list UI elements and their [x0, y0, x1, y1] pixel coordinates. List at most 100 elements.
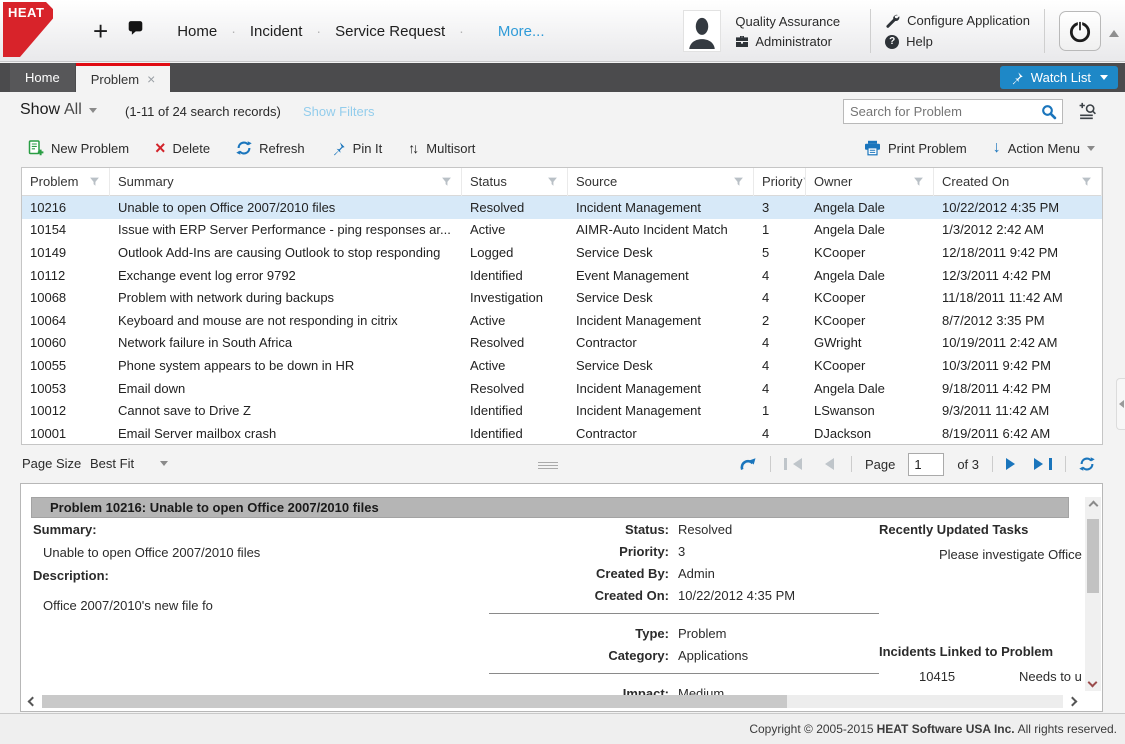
filter-icon[interactable]: [547, 176, 558, 187]
filter-icon[interactable]: [89, 176, 100, 187]
show-dropdown[interactable]: All: [64, 101, 97, 119]
undo-search-icon[interactable]: [739, 456, 757, 472]
main-nav: + Home · Incident · Service Request · Mo…: [93, 0, 545, 62]
table-cell: Event Management: [568, 264, 754, 287]
table-row[interactable]: 10064Keyboard and mouse are not respondi…: [22, 309, 1102, 332]
filter-icon[interactable]: [1081, 176, 1092, 187]
column-header-source[interactable]: Source: [568, 168, 754, 196]
pin-it-button[interactable]: Pin It: [331, 141, 383, 156]
table-row[interactable]: 10216Unable to open Office 2007/2010 fil…: [22, 196, 1102, 219]
table-cell: 9/18/2011 4:42 PM: [934, 377, 1102, 400]
table-row[interactable]: 10055Phone system appears to be down in …: [22, 354, 1102, 377]
chevron-down-icon: [89, 108, 97, 117]
table-cell: 10/3/2011 9:42 PM: [934, 354, 1102, 377]
nav-item-incident[interactable]: Incident: [250, 23, 303, 40]
table-cell: Unable to open Office 2007/2010 files: [110, 196, 462, 219]
refresh-button[interactable]: Refresh: [236, 140, 305, 156]
column-label: Status: [470, 174, 507, 189]
page-number-input[interactable]: [908, 453, 944, 476]
next-page-button[interactable]: [1006, 458, 1021, 470]
table-cell: 10055: [22, 354, 110, 377]
table-row[interactable]: 10053Email downResolvedIncident Manageme…: [22, 377, 1102, 400]
scroll-left-icon[interactable]: [28, 696, 38, 706]
table-cell: Cannot save to Drive Z: [110, 399, 462, 422]
table-cell: 2: [754, 309, 806, 332]
filter-icon[interactable]: [733, 176, 744, 187]
previous-page-button[interactable]: [819, 458, 838, 470]
column-header-created-on[interactable]: Created On: [934, 168, 1102, 196]
user-info[interactable]: Quality Assurance Administrator: [735, 14, 840, 49]
vertical-scrollbar[interactable]: [1085, 497, 1101, 691]
chat-bubble-icon[interactable]: [126, 20, 145, 42]
detail-left-column: Summary: Unable to open Office 2007/2010…: [33, 522, 473, 615]
column-header-summary[interactable]: Summary: [110, 168, 462, 196]
table-cell: 1/3/2012 2:42 AM: [934, 219, 1102, 242]
new-problem-button[interactable]: New Problem: [28, 140, 129, 156]
horizontal-scrollbar[interactable]: [29, 693, 1076, 709]
filter-icon[interactable]: [913, 176, 924, 187]
table-cell: 1: [754, 399, 806, 422]
field-label: Priority:: [489, 544, 669, 559]
configure-application-link[interactable]: Configure Application: [885, 13, 1030, 28]
table-cell: Angela Dale: [806, 196, 934, 219]
scrollbar-thumb[interactable]: [1087, 519, 1099, 593]
table-row[interactable]: 10154Issue with ERP Server Performance -…: [22, 219, 1102, 242]
first-page-button[interactable]: [784, 458, 806, 470]
nav-item-service-request[interactable]: Service Request: [335, 23, 445, 40]
page-size-dropdown[interactable]: Best Fit: [90, 456, 168, 471]
table-cell: GWright: [806, 332, 934, 355]
table-row[interactable]: 10060Network failure in South AfricaReso…: [22, 332, 1102, 355]
user-avatar[interactable]: [683, 10, 721, 52]
detail-field-row: Created On:10/22/2012 4:35 PM: [489, 588, 879, 603]
filter-icon[interactable]: [441, 176, 452, 187]
heat-application-window: HEAT + Home · Incident · Service Request…: [0, 0, 1125, 744]
side-panel-collapse-handle[interactable]: [1116, 378, 1125, 430]
action-menu-button[interactable]: ↓ Action Menu: [993, 141, 1095, 156]
reload-list-button[interactable]: [1079, 456, 1095, 472]
table-cell: 8/19/2011 6:42 AM: [934, 422, 1102, 445]
scroll-down-icon[interactable]: [1088, 678, 1098, 688]
new-tab-plus-icon[interactable]: +: [93, 16, 108, 47]
table-row[interactable]: 10068Problem with network during backups…: [22, 286, 1102, 309]
delete-button[interactable]: × Delete: [155, 141, 210, 156]
scroll-right-icon[interactable]: [1068, 696, 1078, 706]
scroll-up-icon[interactable]: [1088, 501, 1098, 511]
detail-field-row: Category:Applications: [489, 648, 879, 663]
copyright-text: Copyright © 2005-2015: [749, 722, 873, 736]
table-row[interactable]: 10012Cannot save to Drive ZIdentifiedInc…: [22, 399, 1102, 422]
multisort-button[interactable]: ↑↓ Multisort: [408, 140, 475, 156]
search-box: [843, 99, 1063, 124]
tab-home[interactable]: Home: [10, 63, 75, 92]
table-cell: 10112: [22, 264, 110, 287]
page-label: Page: [865, 457, 895, 472]
scrollbar-thumb[interactable]: [42, 695, 787, 708]
nav-item-home[interactable]: Home: [177, 23, 217, 40]
table-cell: Phone system appears to be down in HR: [110, 354, 462, 377]
linked-incident-row[interactable]: 10415 Needs to u: [879, 669, 1086, 684]
column-header-priority[interactable]: Priority: [754, 168, 806, 196]
table-row[interactable]: 10001Email Server mailbox crashIdentifie…: [22, 422, 1102, 445]
watch-list-button[interactable]: Watch List: [1000, 66, 1118, 89]
nav-more-link[interactable]: More...: [498, 23, 545, 40]
close-tab-icon[interactable]: ×: [147, 72, 155, 86]
last-page-button[interactable]: [1034, 458, 1052, 470]
table-row[interactable]: 10112Exchange event log error 9792Identi…: [22, 264, 1102, 287]
panel-splitter-handle[interactable]: [538, 460, 558, 471]
search-icon[interactable]: [1041, 104, 1057, 120]
help-link[interactable]: ? Help: [885, 34, 1030, 49]
pin-icon: [331, 141, 346, 156]
print-problem-button[interactable]: Print Problem: [864, 140, 967, 156]
column-header-problem[interactable]: Problem: [22, 168, 110, 196]
table-row[interactable]: 10149Outlook Add-Ins are causing Outlook…: [22, 241, 1102, 264]
task-item: Please investigate Office: [939, 547, 1086, 562]
table-cell: Angela Dale: [806, 264, 934, 287]
column-header-owner[interactable]: Owner: [806, 168, 934, 196]
column-header-status[interactable]: Status: [462, 168, 568, 196]
collapse-header-icon[interactable]: [1109, 25, 1119, 37]
table-cell: KCooper: [806, 286, 934, 309]
tab-problem[interactable]: Problem ×: [76, 63, 171, 92]
search-input[interactable]: [844, 104, 1041, 119]
show-filters-link[interactable]: Show Filters: [303, 104, 375, 119]
advanced-search-icon[interactable]: [1078, 102, 1097, 125]
logout-power-button[interactable]: [1059, 11, 1101, 51]
